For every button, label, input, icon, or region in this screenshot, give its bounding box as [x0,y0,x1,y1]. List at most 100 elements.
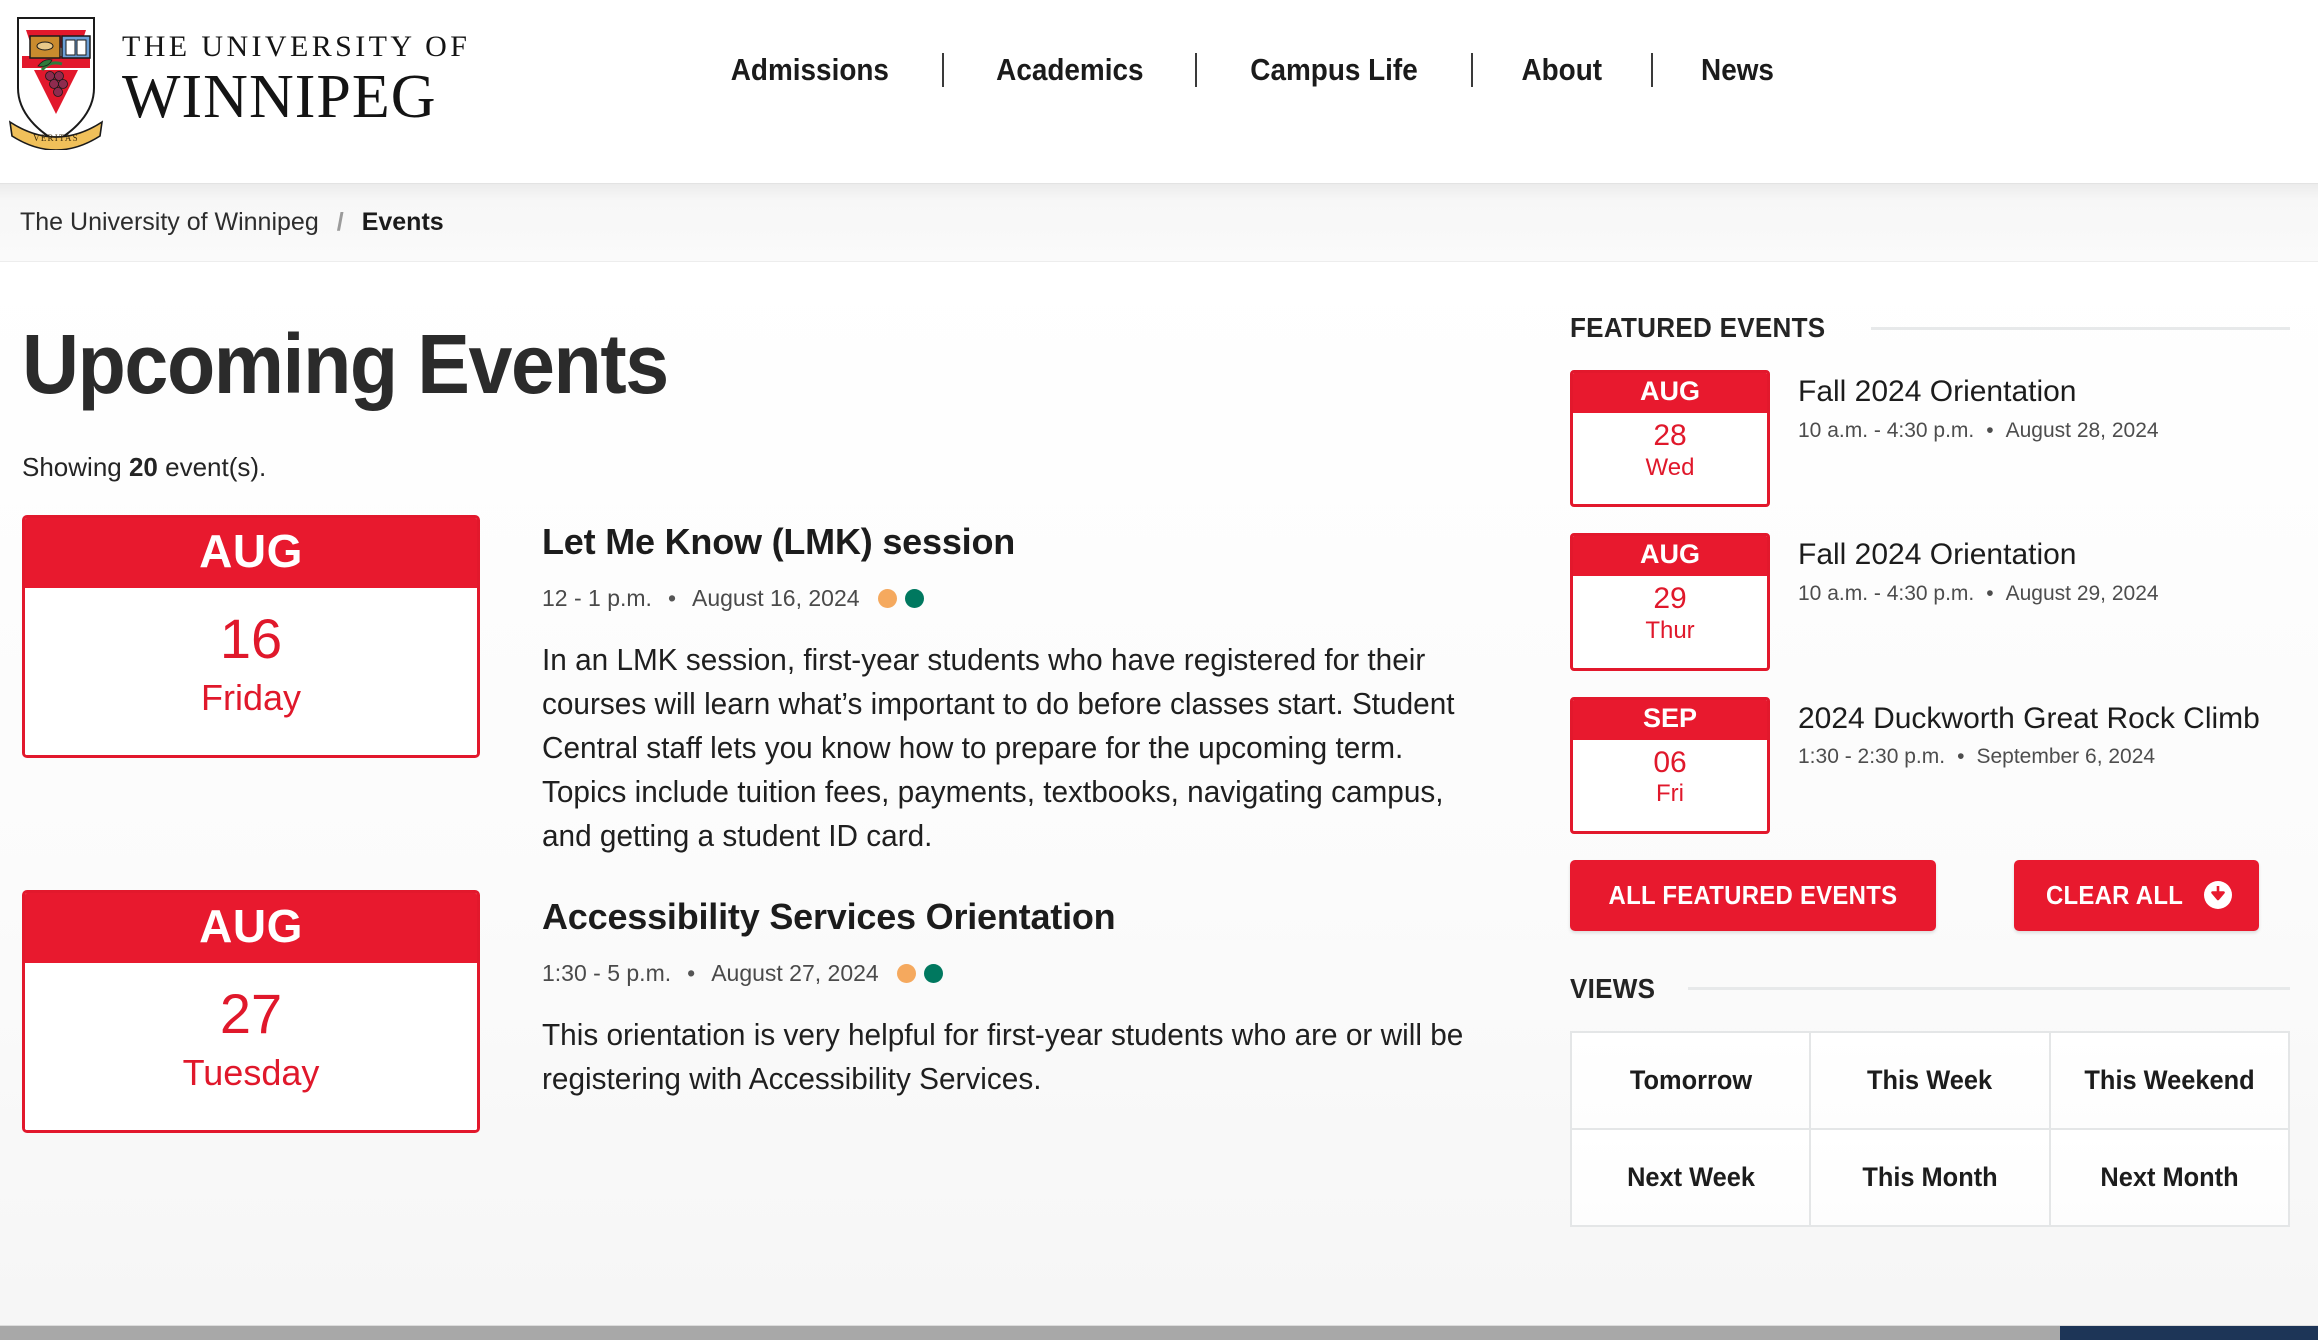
event-meta: 12 - 1 p.m. • August 16, 2024 [542,585,1532,612]
tag-dot-orange-icon [877,589,897,608]
view-label: Next Week [1626,1161,1755,1192]
featured-event-item: AUG 29 Thur Fall 2024 Orientation 10 a.m… [1570,533,2290,671]
featured-date-card[interactable]: SEP 06 Fri [1570,696,1770,834]
nav-separator-icon [1195,53,1198,87]
event-time: 1:30 - 5 p.m. [542,960,672,987]
view-button-next-month[interactable]: Next Month [2050,1129,2290,1227]
nav-item-academics[interactable]: Academics [994,52,1145,88]
all-featured-events-label: ALL FEATURED EVENTS [1608,879,1898,910]
date-card-body: 16 Friday [25,588,477,755]
page-title: Upcoming Events [22,317,669,411]
clear-all-label: CLEAR ALL [2045,879,2183,910]
event-title-link[interactable]: Accessibility Services Orientation [542,896,1116,938]
date-card-weekday: Friday [200,676,302,718]
showing-count: 20 [128,452,158,482]
date-card-day: 27 [219,982,283,1046]
meta-separator-icon: • [667,585,676,611]
clear-all-button[interactable]: CLEAR ALL [2013,859,2259,931]
view-label: Next Month [2100,1161,2239,1192]
featured-time: 10 a.m. - 4:30 p.m. [1798,581,1975,605]
heading-rule [1870,326,2290,330]
view-label: Tomorrow [1629,1064,1752,1095]
featured-date: September 6, 2024 [1976,745,2156,769]
featured-date-card[interactable]: AUG 28 Wed [1570,370,1770,508]
featured-meta-separator-icon: • [1957,745,1965,769]
view-button-this-weekend[interactable]: This Weekend [2050,1032,2290,1130]
date-card-month: AUG [25,518,477,588]
nav-item-news[interactable]: News [1699,52,1775,88]
crest-motto: VERITAS [33,133,79,143]
showing-suffix: event(s). [157,452,267,482]
date-card-day: 16 [219,607,283,670]
showing-prefix: Showing [22,452,129,482]
heading-rule [1687,987,2290,991]
featured-meta: 10 a.m. - 4:30 p.m. • August 28, 2024 [1798,419,2290,443]
featured-date-body: 28 Wed [1573,413,1767,504]
breadcrumb: The University of Winnipeg / Events [0,184,2318,262]
sidebar: FEATURED EVENTS AUG 28 Wed Fall 2024 Ori… [1560,262,2300,1227]
breadcrumb-separator: / [336,208,344,236]
event-tag-dots [877,589,932,608]
event-details: Let Me Know (LMK) session 12 - 1 p.m. • … [542,515,1532,858]
sidebar-button-row: ALL FEATURED EVENTS CLEAR ALL [1570,859,2290,931]
featured-month: AUG [1573,536,1767,577]
event-description: This orientation is very helpful for fir… [542,1017,1464,1097]
all-featured-events-button[interactable]: ALL FEATURED EVENTS [1570,859,1936,931]
featured-day: 06 [1653,745,1687,779]
nav-separator-icon [1471,53,1474,87]
featured-day: 28 [1653,419,1687,452]
featured-weekday: Thur [1645,616,1695,644]
nav-separator-icon [941,53,944,87]
featured-title-link[interactable]: 2024 Duckworth Great Rock Climb [1798,701,2290,738]
wordmark-line-2: WINNIPEG [122,63,437,131]
views-grid: Tomorrow This Week This Weekend Next Wee… [1570,1030,2290,1227]
breadcrumb-current: Events [361,208,444,236]
tag-dot-teal-icon [923,964,943,984]
featured-weekday: Fri [1656,780,1684,808]
featured-text: Fall 2024 Orientation 10 a.m. - 4:30 p.m… [1798,370,2290,443]
date-card-month: AUG [25,893,477,964]
view-button-tomorrow[interactable]: Tomorrow [1572,1032,1812,1130]
featured-event-item: SEP 06 Fri 2024 Duckworth Great Rock Cli… [1570,696,2290,834]
horizontal-scrollbar[interactable] [0,1325,2318,1340]
featured-events-heading: FEATURED EVENTS [1570,312,2290,344]
site-header: VERITAS THE UNIVERSITY OF WINNIPEG Admis… [0,0,2318,184]
featured-date: August 29, 2024 [2005,581,2159,605]
nav-item-campus-life[interactable]: Campus Life [1249,52,1420,88]
breadcrumb-home-link[interactable]: The University of Winnipeg [20,208,319,237]
event-title-link[interactable]: Let Me Know (LMK) session [542,521,1015,563]
featured-text: 2024 Duckworth Great Rock Climb 1:30 - 2… [1798,697,2290,770]
event-date-card[interactable]: AUG 27 Tuesday [22,890,480,1133]
site-logo-link[interactable]: VERITAS THE UNIVERSITY OF WINNIPEG [0,0,470,150]
featured-date-card[interactable]: AUG 29 Thur [1570,533,1770,671]
download-circle-arrow-icon [2203,880,2233,910]
date-card-body: 27 Tuesday [25,963,477,1130]
view-button-next-week[interactable]: Next Week [1572,1129,1812,1227]
featured-time: 10 a.m. - 4:30 p.m. [1798,418,1975,442]
nav-item-admissions[interactable]: Admissions [729,52,891,88]
nav-item-about[interactable]: About [1520,52,1604,88]
featured-meta-separator-icon: • [1986,418,1994,442]
meta-separator-icon: • [687,960,696,987]
view-button-this-week[interactable]: This Week [1811,1032,2051,1130]
featured-title-link[interactable]: Fall 2024 Orientation [1798,374,2290,411]
event-details: Accessibility Services Orientation 1:30 … [542,890,1532,1101]
event-list-item: AUG 27 Tuesday Accessibility Services Or… [22,890,1560,1133]
event-tag-dots [896,964,951,984]
nav-separator-icon [1651,53,1653,87]
featured-meta: 10 a.m. - 4:30 p.m. • August 29, 2024 [1798,582,2290,606]
event-description: In an LMK session, first-year students w… [542,642,1455,854]
featured-date: August 28, 2024 [2005,418,2159,442]
views-label: VIEWS [1570,972,1656,1004]
featured-text: Fall 2024 Orientation 10 a.m. - 4:30 p.m… [1798,533,2290,606]
featured-date-body: 06 Fri [1573,740,1767,831]
tag-dot-teal-icon [904,589,924,608]
page-body: Upcoming Events Showing 20 event(s). AUG… [0,262,2318,1325]
view-button-this-month[interactable]: This Month [1811,1129,2051,1227]
event-date-card[interactable]: AUG 16 Friday [22,515,480,758]
featured-date-body: 29 Thur [1573,576,1767,667]
featured-title-link[interactable]: Fall 2024 Orientation [1798,537,2290,574]
horizontal-scrollbar-thumb[interactable] [0,1326,2060,1340]
view-label: This Week [1867,1064,1993,1095]
featured-weekday: Wed [1645,453,1695,481]
